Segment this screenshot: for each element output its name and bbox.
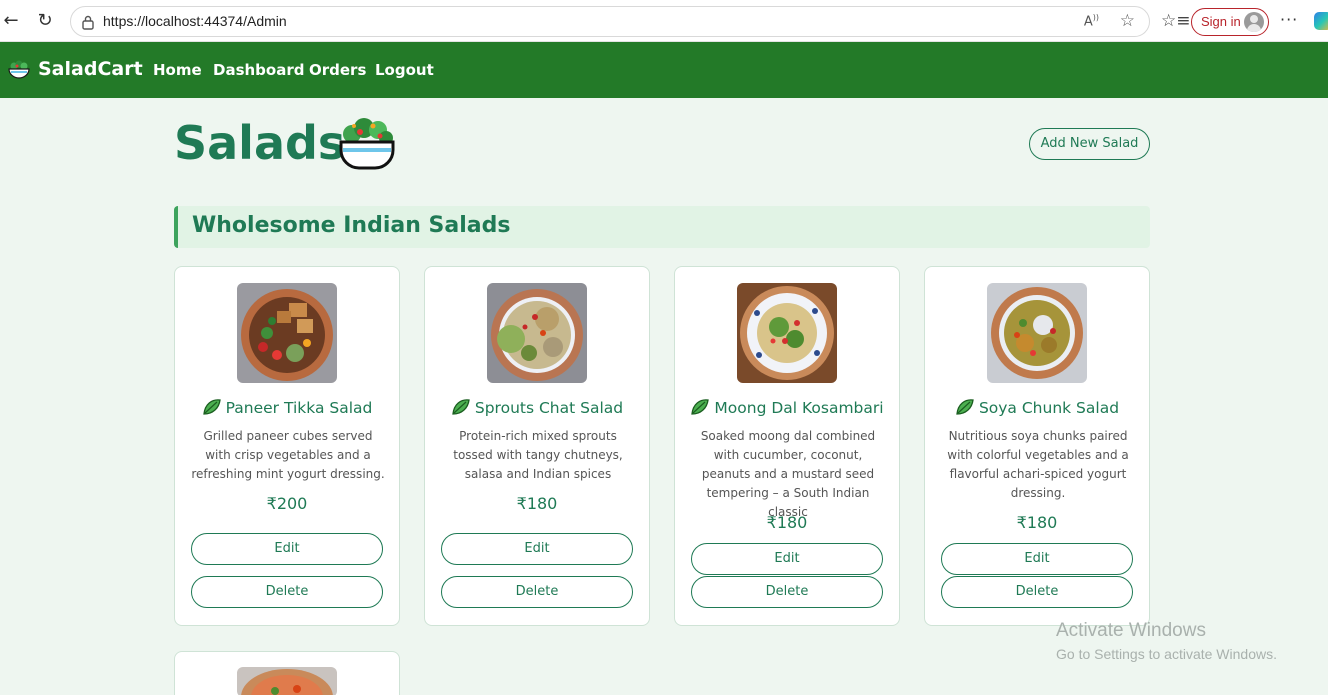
url-text[interactable]: https://localhost:44374/Admin	[103, 13, 287, 29]
salad-name: Moong Dal Kosambari	[714, 399, 884, 417]
salad-price: ₹180	[516, 494, 558, 513]
nav-link-dashboard[interactable]: Dashboard	[213, 61, 304, 79]
read-aloud-icon[interactable]: A))	[1084, 13, 1099, 29]
favorites-icon[interactable]: ☆≡	[1161, 11, 1190, 31]
salad-image	[237, 283, 337, 383]
salad-image	[237, 667, 337, 695]
delete-button[interactable]: Delete	[441, 576, 633, 608]
sign-in-button[interactable]: Sign in	[1191, 8, 1269, 36]
page-title: Salads	[174, 116, 346, 170]
favorite-star-icon[interactable]: ☆	[1120, 11, 1135, 31]
salad-description: Protein-rich mixed sprouts tossed with t…	[453, 429, 623, 481]
nav-link-orders[interactable]: Orders	[309, 61, 366, 79]
salad-name: Paneer Tikka Salad	[225, 399, 373, 417]
edit-button[interactable]: Edit	[691, 543, 883, 575]
leaf-icon	[691, 399, 710, 415]
salad-card: Moong Dal Kosambari Soaked moong dal com…	[674, 266, 900, 626]
salad-description: Grilled paneer cubes served with crisp v…	[191, 429, 385, 481]
section-title: Wholesome Indian Salads	[192, 213, 511, 238]
edit-button[interactable]: Edit	[191, 533, 383, 565]
watermark-title: Activate Windows	[1056, 620, 1206, 641]
more-menu-icon[interactable]: ···	[1280, 10, 1298, 29]
salad-title[interactable]: Moong Dal Kosambari	[675, 398, 899, 417]
sign-in-label: Sign in	[1201, 14, 1241, 29]
nav-link-home[interactable]: Home	[153, 61, 202, 79]
address-bar[interactable]: https://localhost:44374/Admin A)) ☆	[70, 6, 1150, 37]
avatar	[1244, 12, 1264, 32]
salad-price: ₹180	[1016, 513, 1058, 532]
brand-name[interactable]: SaladCart	[38, 58, 143, 80]
salad-name: Soya Chunk Salad	[978, 399, 1120, 417]
activation-watermark: Activate Windows Go to Settings to activ…	[1056, 620, 1277, 662]
browser-toolbar: ← ↻ https://localhost:44374/Admin A)) ☆ …	[0, 0, 1328, 42]
leaf-icon	[452, 399, 470, 415]
salad-description: Soaked moong dal combined with cucumber,…	[700, 429, 876, 519]
salad-bowl-icon	[8, 60, 30, 79]
salad-image	[987, 283, 1087, 383]
section-header: Wholesome Indian Salads	[174, 206, 1150, 248]
salad-image	[737, 283, 837, 383]
delete-button[interactable]: Delete	[191, 576, 383, 608]
delete-button[interactable]: Delete	[941, 576, 1133, 608]
salad-bowl-icon	[339, 118, 395, 170]
edit-button[interactable]: Edit	[441, 533, 633, 565]
leaf-icon	[956, 399, 974, 415]
app-navbar: SaladCart Home Dashboard Orders Logout	[0, 42, 1328, 98]
salad-title[interactable]: Paneer Tikka Salad	[175, 398, 399, 417]
salad-title[interactable]: Soya Chunk Salad	[925, 398, 1149, 417]
salad-image	[487, 283, 587, 383]
leaf-icon	[202, 399, 221, 415]
salad-description: Nutritious soya chunks paired with color…	[947, 429, 1129, 500]
salad-card	[174, 651, 400, 695]
salad-price: ₹180	[766, 513, 808, 532]
add-new-salad-button[interactable]: Add New Salad	[1029, 128, 1150, 160]
back-arrow-icon[interactable]: ←	[0, 10, 22, 32]
edit-button[interactable]: Edit	[941, 543, 1133, 575]
watermark-subtitle: Go to Settings to activate Windows.	[1056, 646, 1277, 662]
nav-link-logout[interactable]: Logout	[375, 61, 434, 79]
salad-title[interactable]: Sprouts Chat Salad	[425, 398, 649, 417]
copilot-icon[interactable]	[1314, 12, 1328, 30]
salad-card: Soya Chunk Salad Nutritious soya chunks …	[924, 266, 1150, 626]
lock-icon	[82, 15, 94, 30]
salad-card: Paneer Tikka Salad Grilled paneer cubes …	[174, 266, 400, 626]
delete-button[interactable]: Delete	[691, 576, 883, 608]
salad-price: ₹200	[266, 494, 308, 513]
salad-card: Sprouts Chat Salad Protein-rich mixed sp…	[424, 266, 650, 626]
salad-name: Sprouts Chat Salad	[474, 399, 624, 417]
reload-icon[interactable]: ↻	[34, 10, 56, 32]
